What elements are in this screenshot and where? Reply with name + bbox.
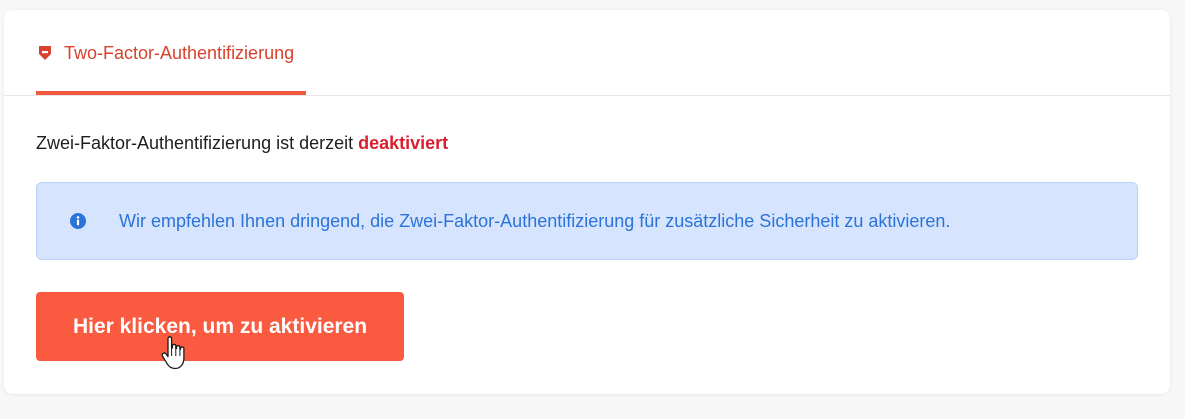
tab-bar: Two-Factor-Authentifizierung xyxy=(4,10,1170,96)
two-factor-status: Zwei-Faktor-Authentifizierung ist derzei… xyxy=(36,132,448,154)
info-circle-icon xyxy=(70,213,86,229)
two-factor-card: Two-Factor-Authentifizierung Zwei-Faktor… xyxy=(4,10,1170,394)
active-tab-indicator xyxy=(36,91,306,95)
tab-two-factor-authentication[interactable]: Two-Factor-Authentifizierung xyxy=(36,10,306,95)
info-alert: Wir empfehlen Ihnen dringend, die Zwei-F… xyxy=(36,182,1138,260)
tab-label: Two-Factor-Authentifizierung xyxy=(64,43,295,63)
activate-two-factor-button[interactable]: Hier klicken, um zu aktivieren xyxy=(36,292,404,361)
info-alert-text: Wir empfehlen Ihnen dringend, die Zwei-F… xyxy=(119,211,951,231)
status-value: deaktiviert xyxy=(358,133,449,153)
status-text: Zwei-Faktor-Authentifizierung ist derzei… xyxy=(36,133,359,153)
shield-icon xyxy=(38,45,52,61)
